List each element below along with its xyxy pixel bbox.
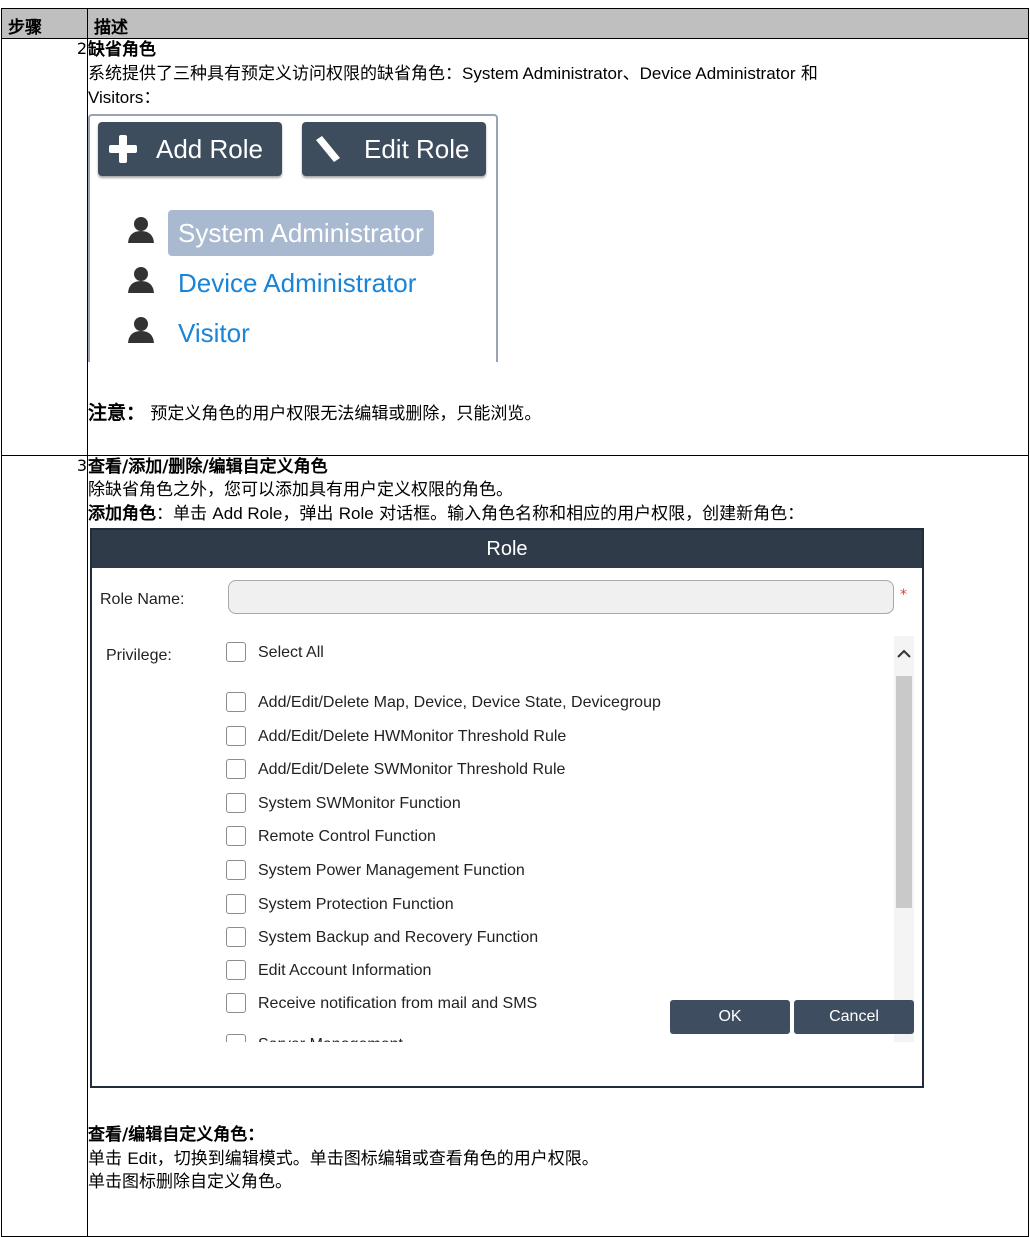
required-mark: * bbox=[900, 587, 907, 603]
paragraph: 单击图标删除自定义角色。 bbox=[88, 1172, 292, 1192]
note-label: 注意： bbox=[88, 402, 146, 424]
text: ，弹出 bbox=[282, 504, 339, 524]
checkbox[interactable] bbox=[226, 793, 246, 813]
role-dialog: Role Role Name: * Privilege: Select All … bbox=[90, 528, 924, 1088]
header-description: 描述 bbox=[87, 8, 1029, 39]
chevron-up-icon[interactable] bbox=[894, 644, 914, 664]
role-label: Device Administrator bbox=[178, 268, 417, 298]
step-title: 查看/添加/删除/编辑自定义角色 bbox=[88, 457, 328, 477]
checkbox[interactable] bbox=[226, 642, 246, 662]
checkbox[interactable] bbox=[226, 894, 246, 914]
paragraph: 单击 Edit，切换到编辑模式。单击图标编辑或查看角色的用户权限。 bbox=[88, 1147, 1028, 1171]
privilege-label: Privilege: bbox=[106, 647, 172, 664]
checkbox-label: Add/Edit/Delete Map, Device, Device Stat… bbox=[258, 694, 661, 711]
role-name: Device Administrator bbox=[639, 64, 796, 83]
text: 对话框。输入角色名称和相应的用户权限，创建新角色： bbox=[373, 504, 805, 524]
user-icon bbox=[128, 317, 154, 343]
plus-icon bbox=[109, 135, 137, 163]
text: 单击 bbox=[88, 1149, 128, 1169]
role-tree-panel: Add Role Edit Role System Administrator bbox=[88, 114, 498, 362]
header-step: 步骤 bbox=[1, 8, 88, 39]
text: ： bbox=[143, 88, 161, 108]
checkbox-label: System Backup and Recovery Function bbox=[258, 929, 539, 946]
privilege-scrollbar[interactable] bbox=[894, 636, 914, 1042]
paragraph: 除缺省角色之外，您可以添加具有用户定义权限的角色。 bbox=[88, 480, 513, 500]
ui-term: Edit bbox=[127, 1149, 157, 1168]
steps-table: 步骤 描述 2 缺省角色 系统提供了三种具有预定义访问权限的缺省角色：Syste… bbox=[1, 8, 1029, 1237]
view-edit-section: 查看/编辑自定义角色： 单击 Edit，切换到编辑模式。单击图标编辑或查看角色的… bbox=[88, 1124, 1028, 1194]
checkbox[interactable] bbox=[226, 759, 246, 779]
ui-term: Add Role bbox=[212, 504, 283, 523]
checkbox-label: System Protection Function bbox=[258, 896, 454, 913]
checkbox-label: Add/Edit/Delete HWMonitor Threshold Rule bbox=[258, 728, 567, 745]
dialog-title: Role bbox=[92, 530, 922, 568]
role-name: System Administrator bbox=[462, 64, 623, 83]
checkbox[interactable] bbox=[226, 1034, 246, 1042]
checkbox-label: Edit Account Information bbox=[258, 962, 432, 979]
user-icon bbox=[128, 217, 154, 243]
ok-button[interactable]: OK bbox=[670, 1000, 790, 1034]
role-name-input[interactable] bbox=[228, 580, 894, 614]
checkbox-label: System Power Management Function bbox=[258, 862, 525, 879]
checkbox[interactable] bbox=[226, 927, 246, 947]
checkbox[interactable] bbox=[226, 860, 246, 880]
edit-role-button[interactable]: Edit Role bbox=[302, 122, 486, 176]
role-name: Visitors bbox=[88, 88, 144, 107]
scrollbar-thumb[interactable] bbox=[896, 676, 912, 908]
section-label: 查看/编辑自定义角色： bbox=[88, 1125, 265, 1145]
table-row: 3 查看/添加/删除/编辑自定义角色 除缺省角色之外，您可以添加具有用户定义权限… bbox=[1, 455, 1029, 1237]
table-row: 2 缺省角色 系统提供了三种具有预定义访问权限的缺省角色：System Admi… bbox=[1, 38, 1029, 456]
note-text: 预定义角色的用户权限无法编辑或删除，只能浏览。 bbox=[145, 404, 542, 424]
step-description: 缺省角色 系统提供了三种具有预定义访问权限的缺省角色：System Admini… bbox=[87, 38, 1029, 456]
paragraph: 系统提供了三种具有预定义访问权限的缺省角色：System Administrat… bbox=[88, 62, 1028, 110]
role-label: System Administrator bbox=[168, 210, 434, 256]
text: 系统提供了三种具有预定义访问权限的缺省角色： bbox=[88, 64, 462, 84]
text: 和 bbox=[795, 64, 818, 84]
checkbox[interactable] bbox=[226, 826, 246, 846]
step-title: 缺省角色 bbox=[88, 40, 156, 60]
table-header-row: 步骤 描述 bbox=[1, 8, 1029, 39]
checkbox-label: Remote Control Function bbox=[258, 828, 436, 845]
checkbox-label: System SWMonitor Function bbox=[258, 795, 461, 812]
role-label: Visitor bbox=[178, 318, 250, 348]
ui-term: Role bbox=[338, 504, 374, 523]
button-label: Add Role bbox=[156, 134, 263, 164]
privilege-list: Select All Add/Edit/Delete Map, Device, … bbox=[222, 636, 912, 1042]
user-icon bbox=[128, 267, 154, 293]
text: 、 bbox=[622, 64, 640, 84]
checkbox[interactable] bbox=[226, 692, 246, 712]
checkbox[interactable] bbox=[226, 960, 246, 980]
checkbox[interactable] bbox=[226, 993, 246, 1013]
checkbox-label: Select All bbox=[258, 644, 324, 661]
step-number: 2 bbox=[1, 38, 88, 456]
step-description: 查看/添加/删除/编辑自定义角色 除缺省角色之外，您可以添加具有用户定义权限的角… bbox=[87, 455, 1029, 1237]
text: ：单击 bbox=[156, 504, 213, 524]
checkbox-label: Server Management bbox=[258, 1033, 403, 1042]
cancel-button[interactable]: Cancel bbox=[794, 1000, 914, 1034]
checkbox[interactable] bbox=[226, 726, 246, 746]
step-number: 3 bbox=[1, 455, 88, 1237]
button-label: Edit Role bbox=[364, 134, 470, 164]
checkbox-label: Receive notification from mail and SMS bbox=[258, 995, 538, 1012]
note: 注意： 预定义角色的用户权限无法编辑或删除，只能浏览。 bbox=[88, 402, 1028, 426]
paragraph: 添加角色：单击 Add Role，弹出 Role 对话框。输入角色名称和相应的用… bbox=[88, 502, 1028, 526]
pencil-icon bbox=[316, 136, 340, 162]
text: 添加角色 bbox=[88, 504, 156, 524]
text: ，切换到编辑模式。单击图标编辑或查看角色的用户权限。 bbox=[156, 1149, 599, 1169]
role-name-label: Role Name: bbox=[100, 591, 185, 608]
checkbox-label: Add/Edit/Delete SWMonitor Threshold Rule bbox=[258, 761, 566, 778]
add-role-button[interactable]: Add Role bbox=[98, 122, 282, 176]
